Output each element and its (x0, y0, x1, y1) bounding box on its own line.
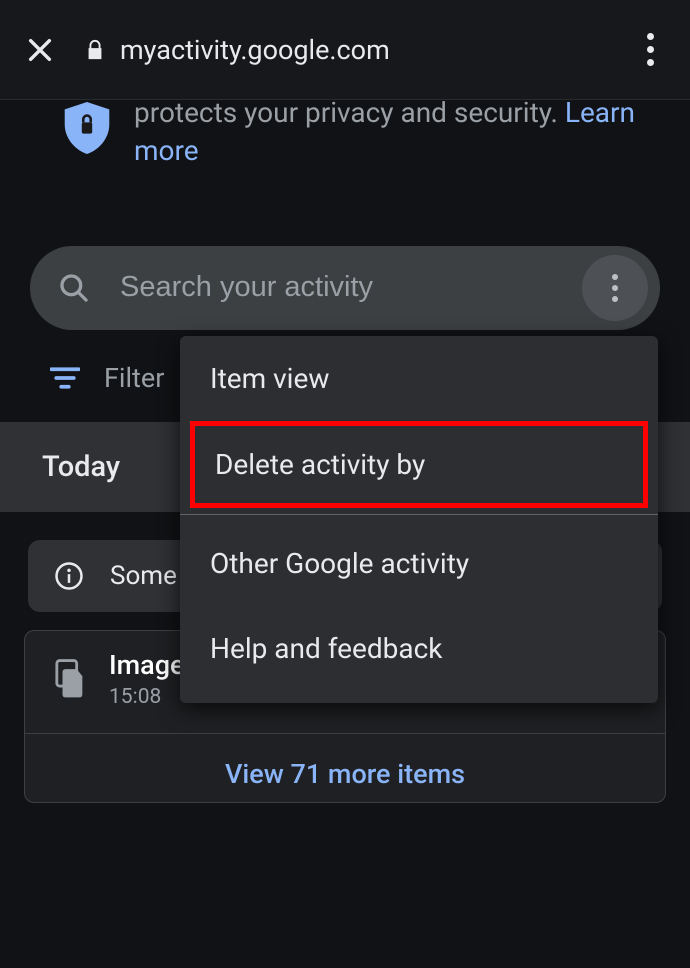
close-icon[interactable] (18, 28, 62, 72)
menu-help-feedback[interactable]: Help and feedback (180, 606, 658, 691)
browser-menu-icon[interactable] (628, 33, 672, 66)
info-icon (54, 561, 84, 591)
banner-text: protects your privacy and security. Lear… (114, 94, 660, 170)
menu-item-view[interactable]: Item view (180, 336, 658, 421)
menu-delete-activity[interactable]: Delete activity by (190, 421, 648, 508)
search-input[interactable] (120, 271, 582, 304)
filter-label: Filter (104, 362, 164, 394)
privacy-banner: protects your privacy and security. Lear… (0, 100, 690, 200)
lock-icon (84, 37, 106, 63)
search-icon (58, 272, 90, 304)
search-menu-icon[interactable] (582, 255, 648, 321)
browser-top-bar: myactivity.google.com (0, 0, 690, 100)
info-chip-text: Some (110, 561, 177, 591)
view-more-link[interactable]: View 71 more items (225, 758, 465, 790)
copy-icon (47, 659, 95, 699)
filter-icon (50, 366, 80, 390)
menu-other-activity[interactable]: Other Google activity (180, 521, 658, 606)
url-text: myactivity.google.com (120, 34, 390, 66)
address-bar[interactable]: myactivity.google.com (84, 34, 390, 66)
activity-search-bar (30, 246, 660, 330)
shield-icon (60, 100, 114, 170)
overflow-menu: Item view Delete activity by Other Googl… (180, 336, 658, 703)
